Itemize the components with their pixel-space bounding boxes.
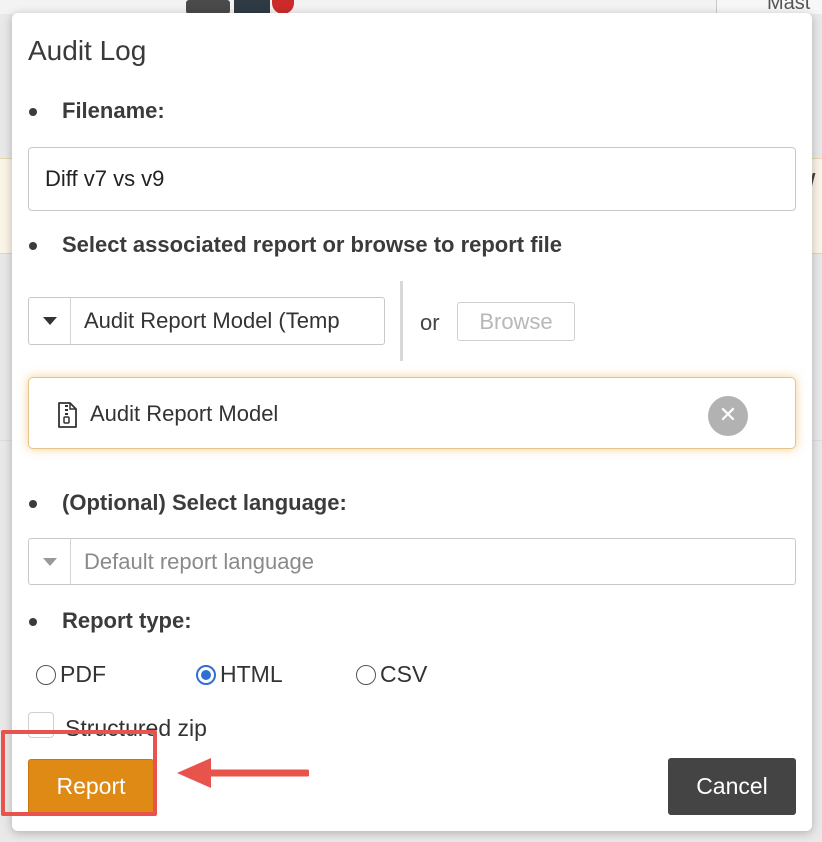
chevron-down-icon (42, 317, 57, 325)
background-tab-label: Mast (767, 0, 811, 14)
selected-file-name: Audit Report Model (90, 401, 279, 426)
radio-option-pdf[interactable]: PDF (36, 661, 106, 688)
audit-log-dialog: Audit Log Filename: Select associated re… (12, 13, 812, 831)
separator (400, 281, 403, 361)
report-select-label: Select associated report or browse to re… (62, 232, 563, 257)
annotation-arrow-icon (177, 758, 309, 788)
bullet (29, 618, 37, 626)
radio-option-html[interactable]: HTML (196, 661, 283, 688)
cancel-button[interactable]: Cancel (668, 758, 796, 815)
background-toolbar-icons (186, 0, 310, 14)
bullet (29, 242, 37, 250)
background-icon (272, 0, 294, 14)
language-label: (Optional) Select language: (62, 490, 347, 515)
close-icon: ✕ (718, 403, 738, 428)
language-select-placeholder: Default report language (84, 548, 314, 574)
radio-html[interactable] (196, 664, 216, 685)
chevron-down-icon (42, 557, 57, 566)
dialog-title: Audit Log (28, 35, 147, 66)
annotation-highlight-box (1, 730, 157, 816)
zip-file-icon (58, 402, 77, 428)
filename-label: Filename: (62, 98, 165, 123)
selected-file-card: Audit Report Model ✕ (28, 377, 796, 449)
browse-button[interactable]: Browse (457, 302, 575, 341)
background-icon (234, 0, 270, 14)
radio-label: CSV (380, 661, 428, 687)
radio-label: PDF (60, 661, 106, 687)
radio-option-csv[interactable]: CSV (356, 661, 427, 688)
or-label: or (420, 310, 440, 335)
background-icon (186, 0, 230, 14)
filename-input[interactable] (28, 147, 796, 211)
dropdown-caret[interactable] (29, 539, 71, 584)
radio-csv[interactable] (356, 664, 376, 685)
language-select-dropdown[interactable]: Default report language (28, 538, 796, 585)
bullet (29, 500, 37, 508)
dropdown-caret[interactable] (29, 298, 71, 344)
report-select-dropdown[interactable]: Audit Report Model (Temp (28, 297, 385, 345)
clear-file-button[interactable]: ✕ (708, 396, 748, 436)
radio-label: HTML (220, 661, 283, 687)
background-tab: Mast (716, 0, 822, 14)
radio-pdf[interactable] (36, 664, 56, 685)
bullet (29, 108, 37, 116)
report-select-value: Audit Report Model (Temp (84, 308, 340, 333)
background-toolbar (0, 0, 822, 14)
report-type-label: Report type: (62, 608, 192, 633)
